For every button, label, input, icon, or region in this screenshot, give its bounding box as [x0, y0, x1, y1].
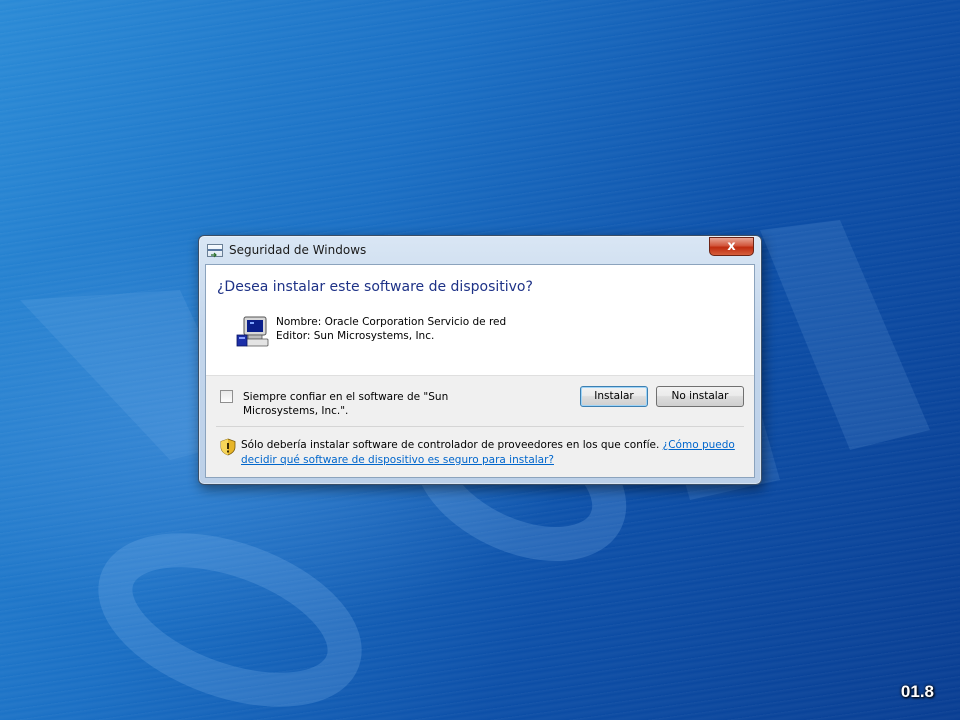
warning-message: Sólo debería instalar software de contro… — [241, 438, 741, 468]
security-shield-icon — [220, 438, 236, 460]
install-button[interactable]: Instalar — [580, 386, 648, 407]
dialog-footer: Siempre confiar en el software de "Sun M… — [206, 375, 754, 477]
driver-publisher: Editor: Sun Microsystems, Inc. — [276, 330, 435, 342]
windows-security-dialog: Seguridad de Windows x ¿Desea instalar e… — [198, 235, 762, 485]
always-trust-label[interactable]: Siempre confiar en el software de "Sun M… — [243, 390, 473, 418]
dont-install-button[interactable]: No instalar — [656, 386, 744, 407]
computer-device-icon — [236, 315, 270, 353]
footer-separator — [216, 426, 744, 427]
build-version-label: 01.8 — [900, 682, 934, 701]
warning-text: Sólo debería instalar software de contro… — [241, 439, 660, 451]
window-title: Seguridad de Windows — [229, 243, 367, 257]
dialog-heading: ¿Desea instalar este software de disposi… — [217, 279, 533, 295]
close-button[interactable]: x — [709, 237, 754, 256]
window-app-icon — [207, 244, 223, 258]
driver-info: Nombre: Oracle Corporation Servicio de r… — [276, 315, 506, 343]
driver-name: Nombre: Oracle Corporation Servicio de r… — [276, 316, 507, 328]
always-trust-checkbox[interactable] — [220, 390, 233, 403]
dialog-content: ¿Desea instalar este software de disposi… — [205, 264, 755, 478]
title-bar[interactable]: Seguridad de Windows x — [199, 236, 761, 264]
